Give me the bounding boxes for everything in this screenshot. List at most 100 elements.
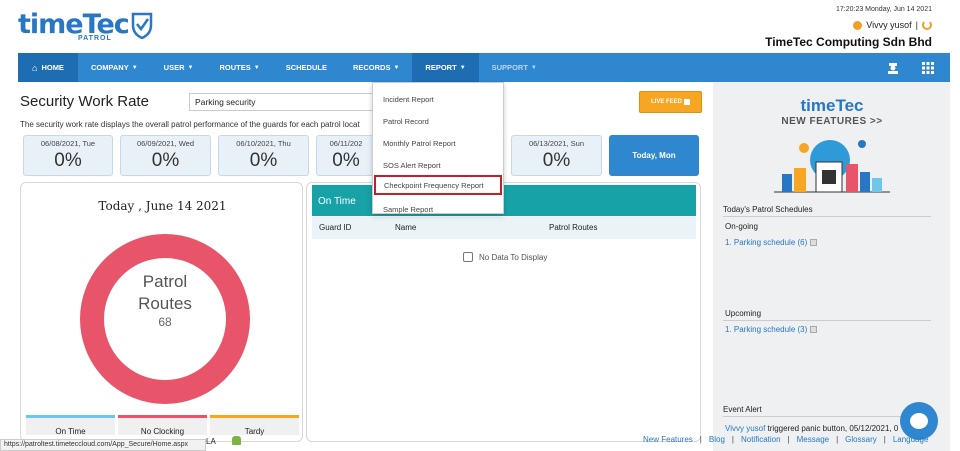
menu-item-patrol-record[interactable]: Patrol Record <box>373 111 503 131</box>
donut-label-line1: Patrol <box>142 272 188 291</box>
donut-title: Today , June 14 2021 <box>98 199 227 213</box>
site-select[interactable]: Parking security <box>189 93 379 111</box>
divider <box>723 216 931 217</box>
donut-count: 68 <box>158 315 172 329</box>
day-card[interactable]: 06/11/202 0% <box>316 135 376 176</box>
footer-fragment: LA <box>206 437 216 446</box>
day-card[interactable]: 06/13/2021, Sun 0% <box>511 135 602 176</box>
nav-routes[interactable]: ROUTES ▼ <box>206 53 272 82</box>
city-illustration-icon <box>774 140 890 193</box>
footer-sep: | <box>699 435 702 444</box>
play-icon <box>684 99 690 105</box>
upcoming-schedule-text: 1. Parking schedule (3) <box>725 325 808 334</box>
day-date: 06/13/2021, Sun <box>528 139 585 148</box>
on-time-panel: On Time Guard ID Name Patrol Routes No D… <box>306 182 701 442</box>
no-data-text: No Data To Display <box>479 252 548 262</box>
nav-records-label: RECORDS <box>352 63 391 72</box>
day-date: 06/11/202 <box>329 139 363 148</box>
day-percent: 0% <box>151 150 180 171</box>
footer-sep: | <box>731 435 734 444</box>
header: timeTec PATROL 17:20:23 Monday, Jun 14 2… <box>0 0 960 53</box>
ongoing-label: On-going <box>725 222 758 231</box>
live-feed-label: LIVE FEED <box>650 99 682 105</box>
legend-on-time[interactable]: On Time <box>26 415 115 436</box>
menu-item-sample-report[interactable]: Sample Report <box>373 199 503 219</box>
user-status-icon <box>853 20 863 30</box>
nav-records[interactable]: RECORDS ▼ <box>340 53 412 82</box>
day-date: 06/08/2021, Tue <box>40 139 96 148</box>
nav-home[interactable]: ⌂ HOME <box>18 53 78 82</box>
grid-icon[interactable] <box>922 61 934 74</box>
event-user-link[interactable]: Vivvy yusof <box>725 424 765 433</box>
page-description: The security work rate displays the over… <box>20 120 360 129</box>
day-date: 06/09/2021, Wed <box>137 139 194 148</box>
menu-item-monthly-patrol-report[interactable]: Monthly Patrol Report <box>373 133 503 153</box>
live-feed-button[interactable]: LIVE FEED <box>639 91 702 113</box>
day-percent: 0% <box>54 150 82 171</box>
right-sidebar: timeTec NEW FEATURES >> Today's Patrol S… <box>713 82 950 451</box>
chevron-down-icon: ▼ <box>187 64 194 71</box>
home-icon: ⌂ <box>32 62 38 73</box>
report-dropdown-menu: Incident Report Patrol Record Monthly Pa… <box>372 82 504 214</box>
external-link-icon <box>810 239 818 246</box>
nav-report[interactable]: REPORT ▼ <box>412 53 479 82</box>
shield-logo-icon <box>131 12 153 39</box>
timetec-patrol-logo[interactable]: timeTec PATROL <box>18 10 153 46</box>
menu-item-sos-alert-report[interactable]: SOS Alert Report <box>373 155 503 175</box>
footer-language[interactable]: Language <box>893 435 929 444</box>
footer-glossary[interactable]: Glossary <box>845 435 877 444</box>
legend-no-clocking[interactable]: No Clocking <box>118 415 207 436</box>
user-separator: | <box>915 20 918 30</box>
nav-right-icons <box>886 53 950 82</box>
logo-subtitle: PATROL <box>78 35 112 42</box>
col-name[interactable]: Name <box>395 223 416 232</box>
user-name-link[interactable]: Vivvy yusof <box>866 20 911 30</box>
footer-sep: | <box>787 435 790 444</box>
legend-tardy[interactable]: Tardy <box>210 415 299 436</box>
col-patrol-routes[interactable]: Patrol Routes <box>549 223 597 232</box>
chevron-down-icon: ▼ <box>253 64 260 71</box>
nav-support[interactable]: SUPPORT ▼ <box>479 53 550 82</box>
nav-home-label: HOME <box>41 63 64 72</box>
day-percent: 0% <box>332 150 360 171</box>
menu-item-incident-report[interactable]: Incident Report <box>373 89 503 109</box>
chevron-down-icon: ▼ <box>459 64 466 71</box>
patrol-schedules-title: Today's Patrol Schedules <box>723 205 813 214</box>
nav-company[interactable]: COMPANY ▼ <box>78 53 151 82</box>
footer-blog[interactable]: Blog <box>709 435 725 444</box>
status-bar-url: https://patroltest.timeteccloud.com/App_… <box>0 439 206 451</box>
nav-user-label: USER <box>163 63 185 72</box>
day-card[interactable]: 06/09/2021, Wed 0% <box>120 135 211 176</box>
upcoming-schedule-link[interactable]: 1. Parking schedule (3) <box>725 325 818 334</box>
patrol-routes-panel: Today , June 14 2021 Patrol Routes 68 On… <box>20 182 303 442</box>
day-card[interactable]: 06/08/2021, Tue 0% <box>23 135 113 176</box>
event-alert-title: Event Alert <box>723 405 762 414</box>
menu-item-checkpoint-frequency-report[interactable]: Checkpoint Frequency Report <box>374 175 502 195</box>
footer-sep: | <box>836 435 839 444</box>
nav-schedule[interactable]: SCHEDULE <box>273 53 340 82</box>
footer-message[interactable]: Message <box>797 435 829 444</box>
footer-sep: | <box>883 435 886 444</box>
footer-notification[interactable]: Notification <box>741 435 781 444</box>
col-guard-id[interactable]: Guard ID <box>319 223 351 232</box>
nav-user[interactable]: USER ▼ <box>151 53 207 82</box>
chat-icon <box>910 413 928 429</box>
day-date: 06/10/2021, Thu <box>236 139 291 148</box>
ongoing-schedule-link[interactable]: 1. Parking schedule (6) <box>725 238 818 247</box>
no-data-message: No Data To Display <box>463 252 547 262</box>
external-link-icon <box>810 326 818 333</box>
event-alert-item[interactable]: Vivvy yusof triggered panic button, 05/1… <box>725 424 898 433</box>
android-icon[interactable] <box>232 436 241 445</box>
today-card[interactable]: Today, Mon <box>609 135 699 176</box>
current-datetime: 17:20:23 Monday, Jun 14 2021 <box>835 6 932 13</box>
day-card[interactable]: 06/10/2021, Thu 0% <box>218 135 309 176</box>
table-header-row: Guard ID Name Patrol Routes <box>312 217 696 239</box>
chevron-down-icon: ▼ <box>393 64 400 71</box>
new-features-promo[interactable]: timeTec NEW FEATURES >> <box>717 90 947 198</box>
logout-icon[interactable] <box>922 20 932 30</box>
chevron-down-icon: ▼ <box>131 64 138 71</box>
guard-icon[interactable] <box>886 61 900 75</box>
nav-report-label: REPORT <box>425 63 457 72</box>
footer-new-features[interactable]: New Features <box>643 435 693 444</box>
empty-box-icon <box>463 252 473 262</box>
